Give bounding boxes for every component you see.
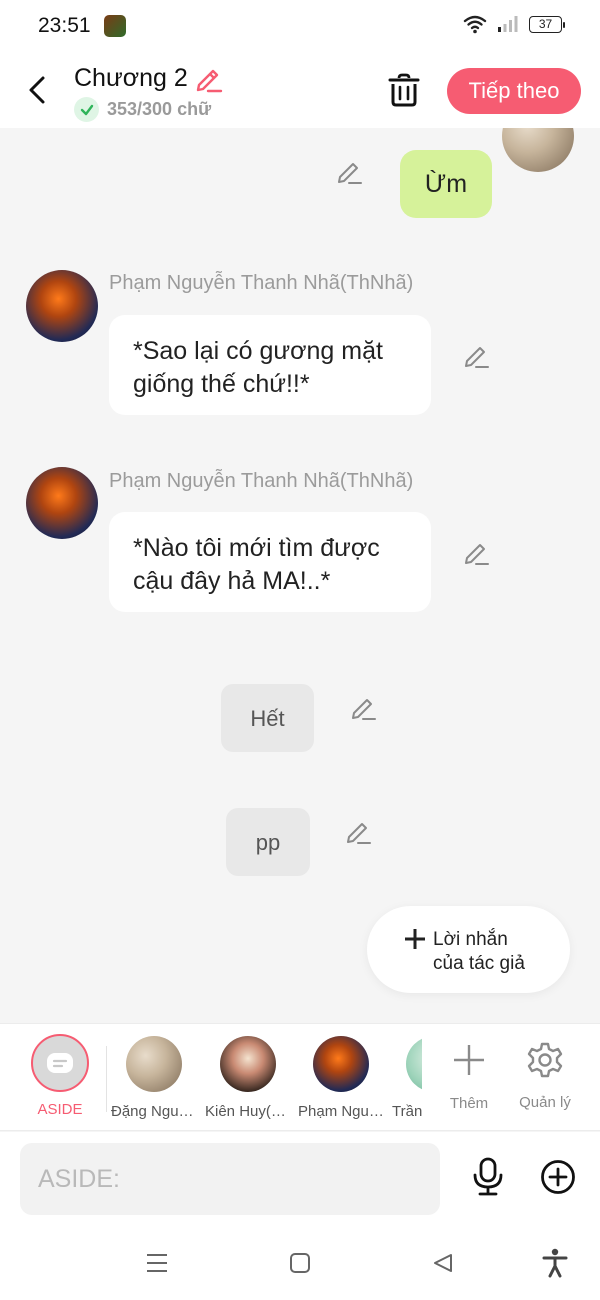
edit-message-button[interactable] [463, 342, 491, 375]
character-avatar[interactable] [26, 270, 98, 342]
message-bubble-self[interactable]: Ừm [400, 150, 492, 218]
message-text: Ừm [424, 169, 468, 198]
pencil-icon [465, 347, 489, 368]
author-note-line1: Lời nhắn [433, 929, 508, 950]
battery-level: 37 [538, 17, 553, 31]
check-icon [74, 97, 99, 122]
status-indicators: 37 [463, 14, 565, 34]
pencil-icon [352, 699, 376, 720]
aside-text: Hết [250, 705, 285, 731]
back-nav-button[interactable] [432, 1252, 454, 1279]
character-avatar [126, 1036, 182, 1092]
message-input[interactable] [38, 1164, 422, 1194]
menu-icon [147, 1254, 167, 1272]
chevron-left-icon [29, 76, 45, 104]
sender-name: Phạm Nguyễn Thanh Nhã(ThNhã) [109, 470, 414, 492]
message-text: *Nào tôi mới tìm được cậu đây hả MA!..* [133, 534, 380, 595]
triangle-back-icon [434, 1254, 452, 1272]
manage-label: Quản lý [519, 1094, 571, 1111]
delete-button[interactable] [386, 72, 422, 113]
system-nav-bar [0, 1228, 600, 1300]
character-bar: ASIDE Đặng Nguyễn Kiên Huy(KiHuy) Phạm N… [0, 1023, 600, 1131]
menu-nav-button[interactable] [145, 1252, 169, 1279]
aside-text: pp [255, 829, 281, 855]
self-avatar[interactable] [502, 128, 574, 172]
character-label: Trần [392, 1103, 422, 1120]
status-time: 23:51 [38, 14, 91, 37]
author-note-line2: của tác giả [433, 953, 525, 974]
add-character-button[interactable]: Thêm [434, 1038, 504, 1112]
character-label: Kiên Huy(KiHuy) [205, 1103, 291, 1120]
status-bar: 23:51 37 [0, 0, 600, 54]
chat-area[interactable]: Ừm Phạm Nguyễn Thanh Nhã(ThNhã) *Sao lại… [0, 128, 600, 1023]
character-item[interactable]: Phạm Nguyễn [298, 1034, 384, 1120]
edit-message-button[interactable] [336, 158, 364, 191]
message-bubble[interactable]: *Sao lại có gương mặt giống thế chứ!!* [109, 315, 431, 415]
edit-message-button[interactable] [345, 818, 373, 851]
character-avatar[interactable] [26, 467, 98, 539]
character-label: Đặng Nguyễn [111, 1103, 197, 1120]
divider [106, 1046, 107, 1112]
plus-icon [454, 1045, 484, 1075]
aside-bubble[interactable]: pp [226, 808, 310, 876]
next-button[interactable]: Tiếp theo [447, 68, 581, 114]
back-button[interactable] [22, 72, 52, 108]
pencil-icon [338, 163, 362, 184]
manage-characters-button[interactable]: Quản lý [510, 1038, 580, 1111]
character-avatar [220, 1036, 276, 1092]
editor-header: Chương 2 353/300 chữ Tiếp theo [0, 54, 600, 128]
edit-message-button[interactable] [350, 694, 378, 727]
character-avatar [406, 1036, 422, 1092]
add-label: Thêm [449, 1095, 489, 1112]
author-note-label: Lời nhắn của tác giả [433, 928, 525, 976]
message-text: *Sao lại có gương mặt giống thế chứ!!* [133, 337, 383, 398]
message-bubble[interactable]: *Nào tôi mới tìm được cậu đây hả MA!..* [109, 512, 431, 612]
pencil-icon [465, 544, 489, 565]
wifi-icon [463, 15, 487, 34]
accessibility-button[interactable] [542, 1248, 568, 1283]
signal-icon [498, 16, 518, 32]
pencil-icon [196, 69, 223, 93]
character-item[interactable]: Đặng Nguyễn [111, 1034, 197, 1120]
character-label: Phạm Nguyễn [298, 1103, 384, 1120]
square-icon [290, 1253, 310, 1273]
character-item[interactable]: Trần [392, 1034, 422, 1120]
plus-icon [404, 928, 426, 955]
character-item[interactable]: Kiên Huy(KiHuy) [205, 1034, 291, 1120]
input-area [0, 1132, 600, 1228]
trash-icon [388, 73, 420, 107]
message-input-box[interactable] [20, 1143, 440, 1215]
word-count-text: 353/300 chữ [107, 99, 212, 119]
plus-circle-icon [541, 1160, 575, 1194]
edit-title-button[interactable] [194, 64, 224, 99]
add-attachment-button[interactable] [540, 1159, 576, 1200]
aside-bubble[interactable]: Hết [221, 684, 314, 752]
battery-icon: 37 [529, 15, 565, 33]
home-nav-button[interactable] [289, 1252, 311, 1279]
sender-name: Phạm Nguyễn Thanh Nhã(ThNhã) [109, 272, 414, 294]
gear-icon [527, 1042, 563, 1078]
voice-input-button[interactable] [470, 1157, 506, 1202]
character-avatar [313, 1036, 369, 1092]
character-aside[interactable]: ASIDE [17, 1034, 103, 1118]
character-label: ASIDE [37, 1101, 83, 1118]
pencil-icon [347, 823, 371, 844]
app-notification-icon [104, 15, 126, 37]
edit-message-button[interactable] [463, 539, 491, 572]
author-note-button[interactable]: Lời nhắn của tác giả [367, 906, 570, 993]
microphone-icon [473, 1157, 503, 1196]
chapter-title[interactable]: Chương 2 [74, 64, 188, 93]
aside-icon [31, 1034, 89, 1092]
accessibility-icon [542, 1248, 568, 1278]
word-count: 353/300 chữ [74, 97, 211, 122]
